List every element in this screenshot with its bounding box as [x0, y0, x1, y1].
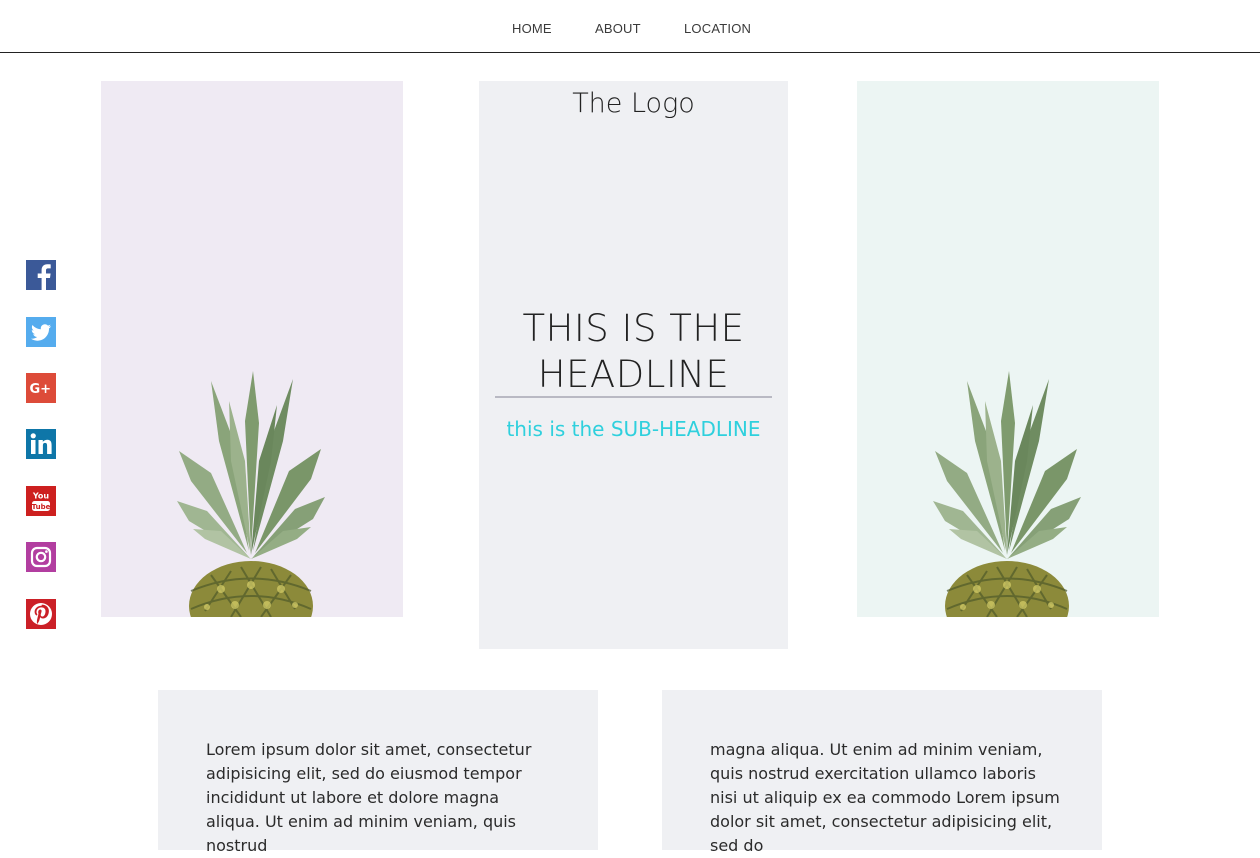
content-card-left: Lorem ipsum dolor sit amet, consectetur …	[158, 690, 598, 855]
pineapple-image	[927, 361, 1087, 617]
google-plus-icon[interactable]: G+	[26, 373, 56, 403]
card-text: magna aliqua. Ut enim ad minim veniam, q…	[710, 740, 1060, 855]
hero-center-panel: The Logo THIS IS THE HEADLINE this is th…	[479, 81, 788, 649]
instagram-icon[interactable]	[26, 542, 56, 572]
nav-location-link[interactable]: LOCATION	[684, 21, 751, 36]
site-logo[interactable]: The Logo	[479, 88, 788, 119]
right-image-panel	[857, 81, 1159, 617]
nav-about-link[interactable]: ABOUT	[595, 21, 641, 36]
facebook-icon[interactable]	[26, 260, 56, 290]
page-subheadline: this is the SUB-HEADLINE	[506, 417, 761, 441]
youtube-icon-text-bottom: Tube	[32, 503, 51, 511]
pinterest-icon[interactable]	[26, 599, 56, 629]
headline-divider	[495, 396, 772, 398]
youtube-icon-text-top: You	[32, 492, 50, 501]
content-card-right: magna aliqua. Ut enim ad minim veniam, q…	[662, 690, 1102, 855]
page-headline: THIS IS THE HEADLINE	[522, 307, 745, 396]
svg-text:G+: G+	[30, 382, 52, 397]
youtube-icon[interactable]: You Tube	[26, 486, 56, 516]
card-text: Lorem ipsum dolor sit amet, consectetur …	[206, 740, 532, 855]
pineapple-image	[171, 361, 331, 617]
nav-home-link[interactable]: HOME	[512, 21, 552, 36]
left-image-panel	[101, 81, 403, 617]
twitter-icon[interactable]	[26, 317, 56, 347]
top-navigation: HOME ABOUT LOCATION	[0, 0, 1260, 53]
linkedin-icon[interactable]	[26, 429, 56, 459]
